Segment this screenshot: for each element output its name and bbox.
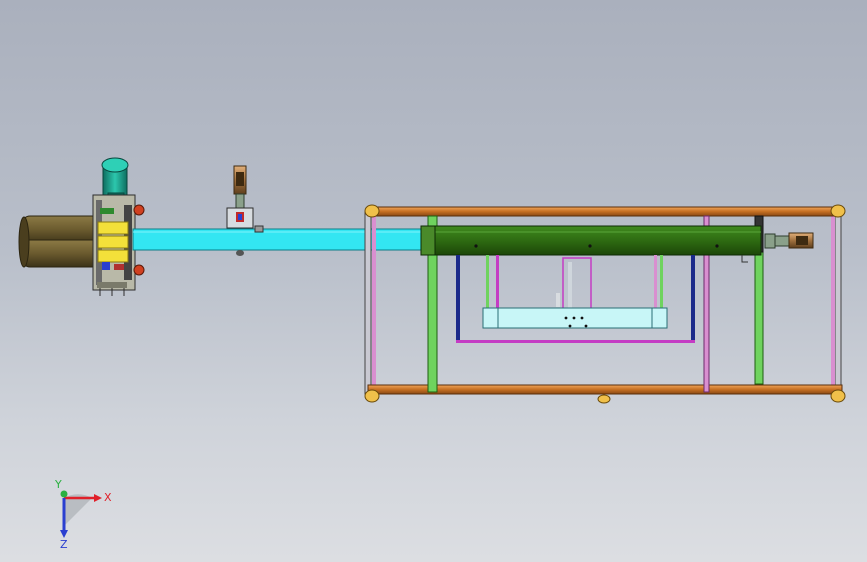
cad-viewport[interactable]: X Y Z — [0, 0, 867, 562]
green-rail[interactable] — [420, 225, 762, 263]
cyan-conveyor-beam[interactable] — [132, 228, 424, 251]
x-axis-label: X — [104, 491, 112, 504]
twin-cylinder-tank[interactable] — [18, 215, 101, 268]
y-axis-label: Y — [54, 478, 62, 491]
y-axis-dot-icon — [60, 490, 68, 498]
cad-model-view[interactable] — [0, 0, 867, 562]
axis-triad: X Y Z — [54, 478, 112, 548]
z-axis-label: Z — [60, 538, 68, 548]
end-cylinder[interactable] — [764, 232, 814, 249]
carriage[interactable] — [456, 255, 695, 343]
